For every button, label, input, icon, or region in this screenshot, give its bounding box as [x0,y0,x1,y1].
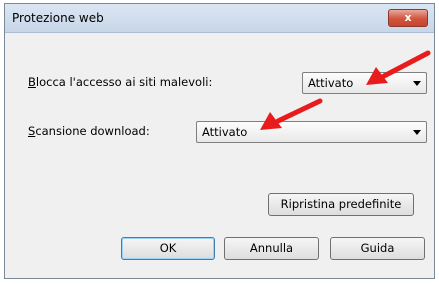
block-malicious-sites-label-text: locca l'accesso ai siti malevoli: [35,75,213,89]
close-icon: x [404,11,412,24]
chevron-down-icon [413,81,421,86]
download-scan-label-text: cansione download: [35,124,150,138]
download-scan-select[interactable]: Attivato [196,121,427,143]
download-scan-label: Scansione download: [28,124,150,138]
cancel-button[interactable]: Annulla [224,237,319,260]
block-malicious-sites-select[interactable]: Attivato [302,72,427,94]
close-button[interactable]: x [388,9,428,27]
title-bar: Protezione web x [5,4,434,33]
download-scan-value: Attivato [202,125,248,139]
restore-defaults-button[interactable]: Ripristina predefinite [268,193,414,216]
block-malicious-sites-access-key: B [28,75,36,89]
chevron-down-icon [413,130,421,135]
help-button[interactable]: Guida [330,237,425,260]
block-malicious-sites-label: Blocca l'accesso ai siti malevoli: [28,75,212,89]
ok-button[interactable]: OK [121,237,215,260]
window-title: Protezione web [12,11,104,25]
block-malicious-sites-value: Attivato [308,76,354,90]
